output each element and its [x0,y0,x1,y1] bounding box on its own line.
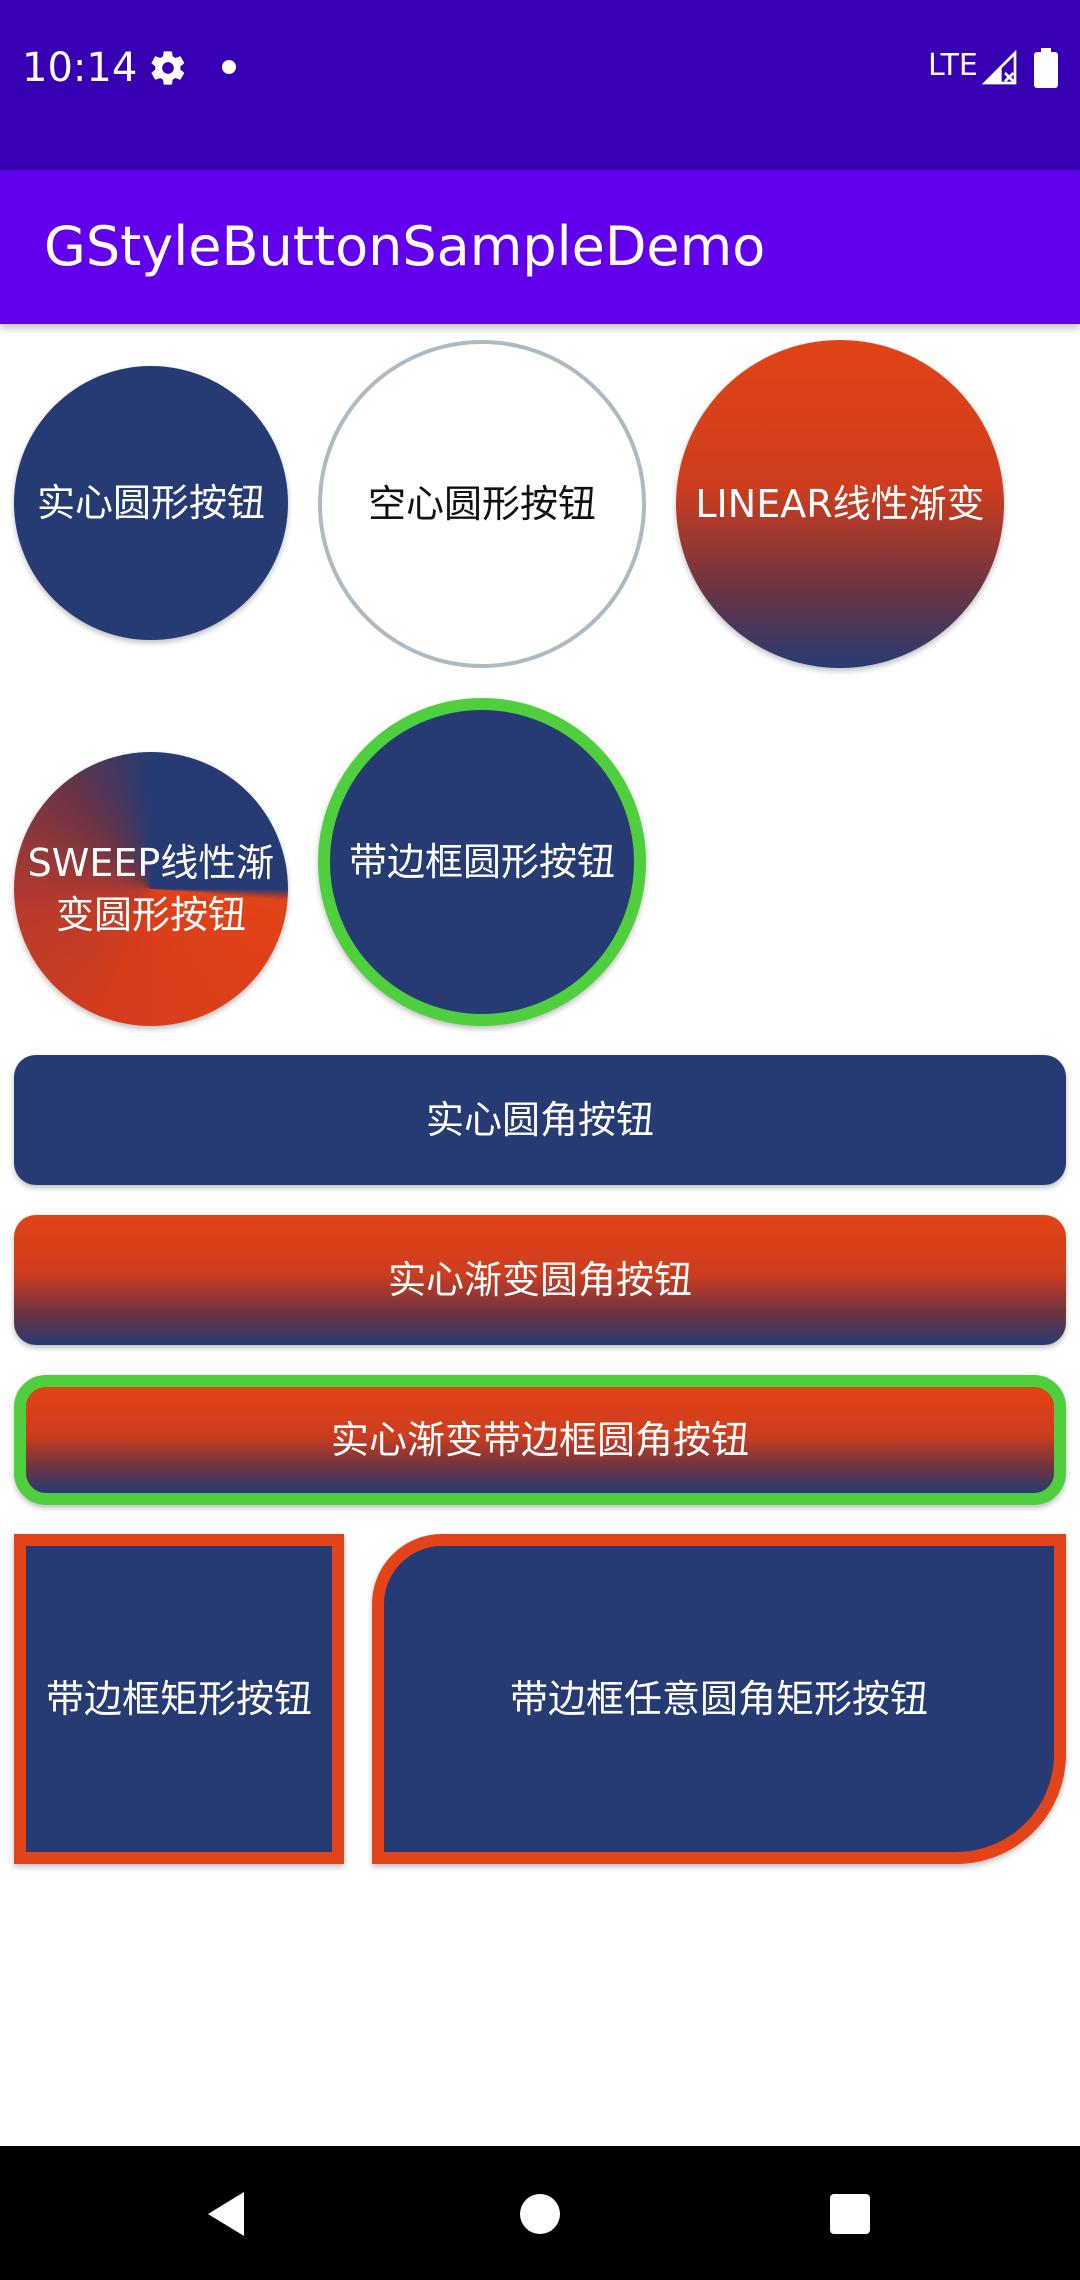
app-title: GStyleButtonSampleDemo [44,215,766,278]
solid-circle-button[interactable]: 实心圆形按钮 [14,366,288,640]
hollow-circle-button[interactable]: 空心圆形按钮 [318,340,646,668]
linear-gradient-circle-button[interactable]: LINEAR线性渐变 [676,340,1004,668]
solid-circle-button-label: 实心圆形按钮 [36,481,265,525]
solid-rounded-button[interactable]: 实心圆角按钮 [14,1055,1066,1185]
border-rect-button[interactable]: 带边框矩形按钮 [14,1534,344,1864]
solid-rounded-button-label: 实心圆角按钮 [425,1098,654,1142]
border-circle-button[interactable]: 带边框圆形按钮 [318,698,646,1026]
battery-icon [1034,48,1058,88]
recents-icon[interactable] [830,2194,870,2234]
notification-dot-icon [222,60,236,74]
home-icon[interactable] [520,2194,560,2234]
sweep-gradient-circle-button-label: SWEEP线性渐变圆形按钮 [27,841,275,937]
gradient-rounded-button-label: 实心渐变圆角按钮 [387,1258,692,1302]
signal-icon [980,48,1020,88]
gradient-rounded-button[interactable]: 实心渐变圆角按钮 [14,1215,1066,1345]
hollow-circle-button-label: 空心圆形按钮 [367,482,596,526]
back-icon[interactable] [204,2190,248,2238]
border-rect-button-label: 带边框矩形按钮 [45,1677,312,1721]
settings-gear-icon [148,48,188,88]
status-time: 10:14 [22,45,138,91]
sweep-gradient-circle-button[interactable]: SWEEP线性渐变圆形按钮 [14,752,288,1026]
border-custom-rounded-rect-button-label: 带边框任意圆角矩形按钮 [509,1677,928,1721]
border-custom-rounded-rect-button[interactable]: 带边框任意圆角矩形按钮 [372,1534,1066,1864]
gradient-border-rounded-button-label: 实心渐变带边框圆角按钮 [330,1418,749,1462]
network-type: LTE [928,48,978,83]
gradient-border-rounded-button[interactable]: 实心渐变带边框圆角按钮 [14,1375,1066,1505]
border-circle-button-label: 带边框圆形按钮 [348,840,615,884]
linear-gradient-circle-button-label: LINEAR线性渐变 [695,482,985,526]
